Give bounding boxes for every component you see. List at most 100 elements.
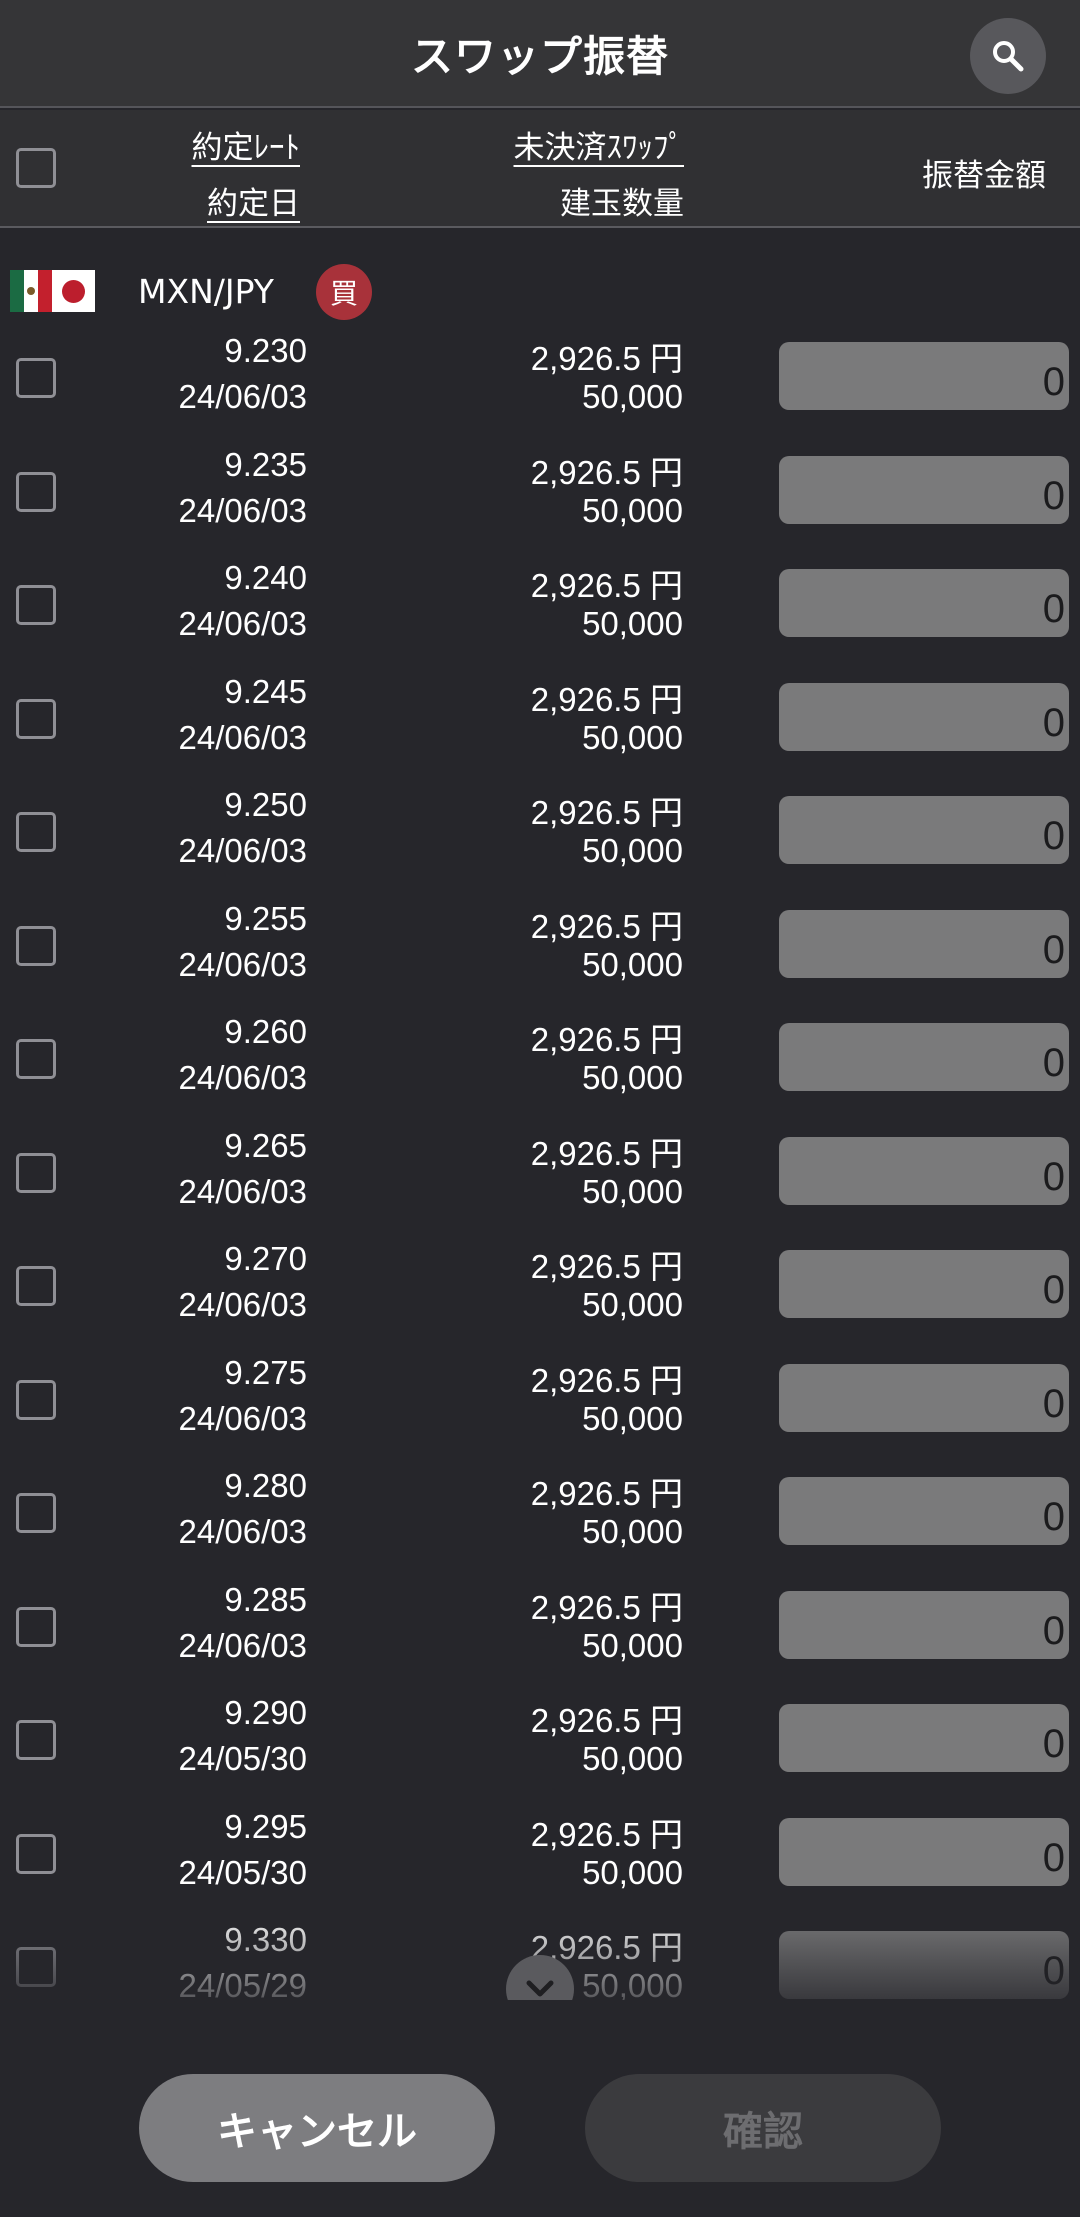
- row-quantity: 50,000: [582, 1400, 683, 1437]
- row-checkbox[interactable]: [16, 472, 56, 512]
- sort-rate-header[interactable]: 約定ﾚｰﾄ: [192, 122, 301, 167]
- row-checkbox[interactable]: [16, 812, 56, 852]
- swap-transfer-screen: スワップ振替 約定ﾚｰﾄ 約定日 未決済ｽﾜｯﾌﾟ 建玉数量 振替金額 MXN/…: [0, 0, 1080, 2217]
- currency-pair-name: MXN/JPY: [138, 272, 274, 311]
- row-checkbox[interactable]: [16, 1720, 56, 1760]
- transfer-amount-input[interactable]: 0: [779, 569, 1069, 637]
- row-rate: 9.245: [224, 673, 307, 710]
- row-quantity: 50,000: [582, 1059, 683, 1096]
- row-rate: 9.240: [224, 559, 307, 596]
- row-checkbox[interactable]: [16, 358, 56, 398]
- position-row[interactable]: 9.255 24/06/03 2,926.5 円 50,000 0: [0, 890, 1080, 1004]
- position-row[interactable]: 9.260 24/06/03 2,926.5 円 50,000 0: [0, 1003, 1080, 1117]
- row-swap: 2,926.5 円: [530, 1816, 683, 1853]
- row-date: 24/06/03: [178, 378, 307, 415]
- position-row[interactable]: 9.240 24/06/03 2,926.5 円 50,000 0: [0, 549, 1080, 663]
- row-checkbox[interactable]: [16, 1266, 56, 1306]
- row-rate: 9.295: [224, 1808, 307, 1845]
- sort-date-header[interactable]: 約定日: [207, 178, 300, 223]
- search-icon: [993, 41, 1024, 72]
- position-row[interactable]: 9.230 24/06/03 2,926.5 円 50,000 0: [0, 322, 1080, 436]
- row-checkbox[interactable]: [16, 1947, 56, 1987]
- position-row[interactable]: 9.290 24/05/30 2,926.5 円 50,000 0: [0, 1684, 1080, 1798]
- row-quantity: 50,000: [582, 492, 683, 529]
- position-row[interactable]: 9.250 24/06/03 2,926.5 円 50,000 0: [0, 776, 1080, 890]
- row-checkbox[interactable]: [16, 1607, 56, 1647]
- transfer-amount-input[interactable]: 0: [779, 1818, 1069, 1886]
- app-header: スワップ振替: [0, 0, 1080, 108]
- row-quantity: 50,000: [582, 378, 683, 415]
- row-swap: 2,926.5 円: [530, 794, 683, 831]
- row-date: 24/05/29: [178, 1967, 307, 2000]
- row-date: 24/05/30: [178, 1740, 307, 1777]
- select-all-checkbox[interactable]: [16, 148, 56, 188]
- row-rate: 9.260: [224, 1013, 307, 1050]
- position-row[interactable]: 9.270 24/06/03 2,926.5 円 50,000 0: [0, 1230, 1080, 1344]
- row-date: 24/06/03: [178, 1059, 307, 1096]
- row-date: 24/06/03: [178, 719, 307, 756]
- transfer-amount-input[interactable]: 0: [779, 456, 1069, 524]
- row-quantity: 50,000: [582, 946, 683, 983]
- transfer-amount-input[interactable]: 0: [779, 342, 1069, 410]
- sort-swap-header[interactable]: 未決済ｽﾜｯﾌﾟ: [514, 122, 685, 167]
- row-checkbox[interactable]: [16, 585, 56, 625]
- position-row[interactable]: 9.235 24/06/03 2,926.5 円 50,000 0: [0, 436, 1080, 550]
- row-date: 24/06/03: [178, 1173, 307, 1210]
- row-checkbox[interactable]: [16, 1834, 56, 1874]
- currency-pair-header: MXN/JPY 買: [0, 262, 1080, 322]
- position-row[interactable]: 9.285 24/06/03 2,926.5 円 50,000 0: [0, 1571, 1080, 1685]
- transfer-amount-input[interactable]: 0: [779, 910, 1069, 978]
- row-date: 24/06/03: [178, 1513, 307, 1550]
- row-swap: 2,926.5 円: [530, 1021, 683, 1058]
- footer-actions: キャンセル 確認: [0, 2000, 1080, 2217]
- row-rate: 9.330: [224, 1921, 307, 1958]
- cancel-button[interactable]: キャンセル: [139, 2074, 495, 2182]
- transfer-amount-input[interactable]: 0: [779, 1931, 1069, 1999]
- row-checkbox[interactable]: [16, 1039, 56, 1079]
- position-row[interactable]: 9.280 24/06/03 2,926.5 円 50,000 0: [0, 1457, 1080, 1571]
- row-quantity: 50,000: [582, 1854, 683, 1891]
- row-rate: 9.235: [224, 446, 307, 483]
- row-rate: 9.265: [224, 1127, 307, 1164]
- transfer-amount-input[interactable]: 0: [779, 1477, 1069, 1545]
- row-rate: 9.250: [224, 786, 307, 823]
- row-date: 24/06/03: [178, 832, 307, 869]
- row-checkbox[interactable]: [16, 1153, 56, 1193]
- row-quantity: 50,000: [582, 1173, 683, 1210]
- row-date: 24/06/03: [178, 605, 307, 642]
- transfer-amount-input[interactable]: 0: [779, 1704, 1069, 1772]
- row-checkbox[interactable]: [16, 926, 56, 966]
- row-swap: 2,926.5 円: [530, 1589, 683, 1626]
- row-date: 24/06/03: [178, 1627, 307, 1664]
- position-row[interactable]: 9.245 24/06/03 2,926.5 円 50,000 0: [0, 663, 1080, 777]
- transfer-amount-input[interactable]: 0: [779, 1591, 1069, 1659]
- position-list[interactable]: 9.230 24/06/03 2,926.5 円 50,000 0 9.235 24/06/…: [0, 322, 1080, 2000]
- row-quantity: 50,000: [582, 719, 683, 756]
- row-checkbox[interactable]: [16, 1493, 56, 1533]
- row-swap: 2,926.5 円: [530, 908, 683, 945]
- row-swap: 2,926.5 円: [530, 1475, 683, 1512]
- row-date: 24/06/03: [178, 1400, 307, 1437]
- row-quantity: 50,000: [582, 1627, 683, 1664]
- transfer-amount-input[interactable]: 0: [779, 1250, 1069, 1318]
- position-row[interactable]: 9.265 24/06/03 2,926.5 円 50,000 0: [0, 1117, 1080, 1231]
- row-swap: 2,926.5 円: [530, 681, 683, 718]
- row-rate: 9.280: [224, 1467, 307, 1504]
- row-quantity: 50,000: [582, 832, 683, 869]
- row-swap: 2,926.5 円: [530, 1362, 683, 1399]
- search-button[interactable]: [970, 18, 1046, 94]
- transfer-amount-input[interactable]: 0: [779, 1364, 1069, 1432]
- row-swap: 2,926.5 円: [530, 1702, 683, 1739]
- row-date: 24/06/03: [178, 946, 307, 983]
- transfer-amount-input[interactable]: 0: [779, 1137, 1069, 1205]
- confirm-button[interactable]: 確認: [585, 2074, 941, 2182]
- row-checkbox[interactable]: [16, 1380, 56, 1420]
- position-row[interactable]: 9.275 24/06/03 2,926.5 円 50,000 0: [0, 1344, 1080, 1458]
- transfer-amount-input[interactable]: 0: [779, 1023, 1069, 1091]
- amount-header: 振替金額: [922, 158, 1046, 194]
- transfer-amount-input[interactable]: 0: [779, 683, 1069, 751]
- transfer-amount-input[interactable]: 0: [779, 796, 1069, 864]
- row-checkbox[interactable]: [16, 699, 56, 739]
- position-row[interactable]: 9.295 24/05/30 2,926.5 円 50,000 0: [0, 1798, 1080, 1912]
- row-swap: 2,926.5 円: [530, 340, 683, 377]
